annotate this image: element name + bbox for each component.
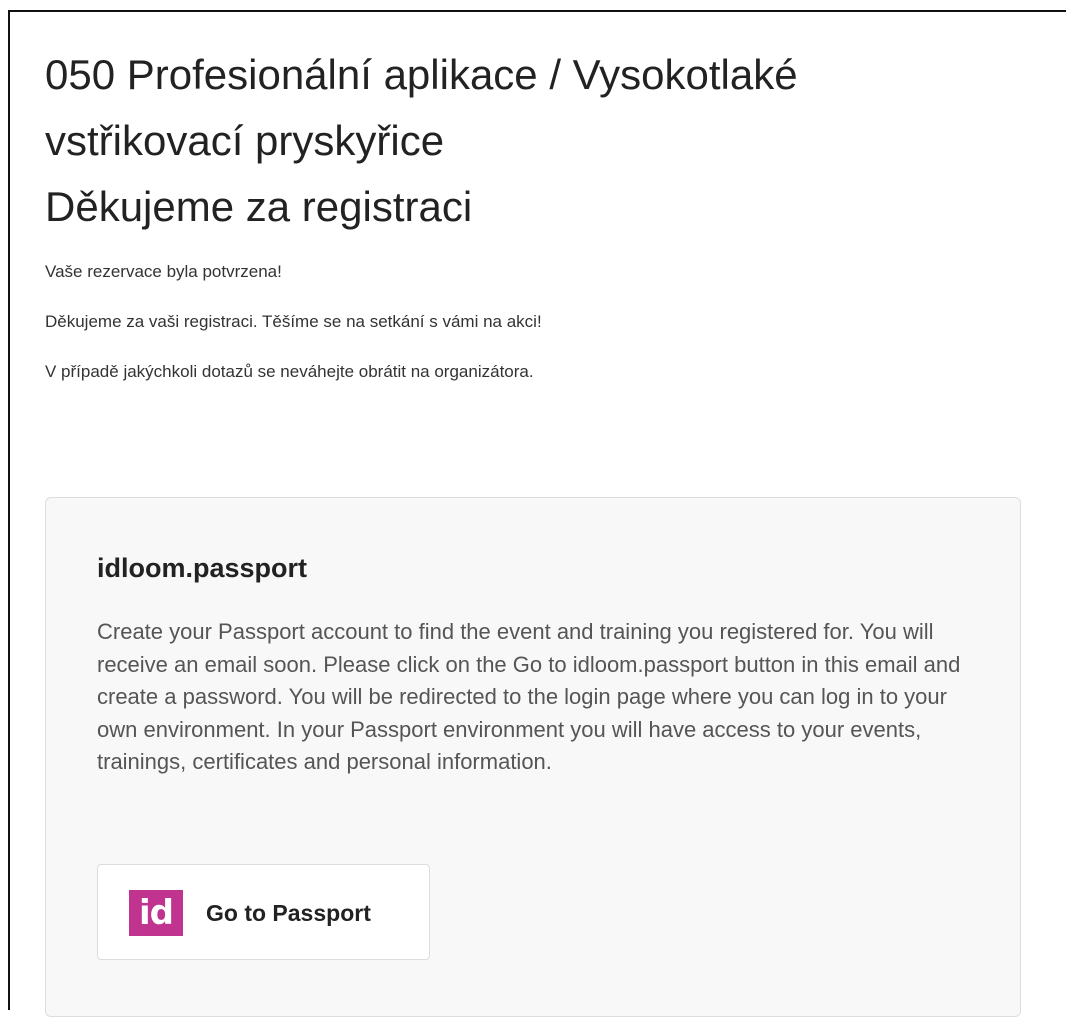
idloom-logo-icon: id: [129, 890, 183, 936]
contact-message: V případě jakýchkoli dotazů se neváhejte…: [45, 362, 534, 381]
confirmation-message: Vaše rezervace byla potvrzena!: [45, 262, 282, 281]
passport-card: idloom.passport Create your Passport acc…: [45, 497, 1021, 1017]
page-title-line-2: vstřikovací pryskyřice: [45, 117, 445, 164]
passport-title: idloom.passport: [97, 553, 308, 583]
page-title-line-3: Děkujeme za registraci: [45, 183, 473, 230]
page-title: 050 Profesionální aplikace / Vysokotlaké…: [45, 42, 1035, 240]
confirmation-page: 050 Profesionální aplikace / Vysokotlaké…: [45, 42, 1035, 1017]
go-to-passport-label: Go to Passport: [206, 900, 371, 926]
page-title-line-1: 050 Profesionální aplikace / Vysokotlaké: [45, 51, 798, 98]
messages: Vaše rezervace byla potvrzena! Děkujeme …: [45, 262, 1035, 382]
go-to-passport-button[interactable]: id Go to Passport: [97, 864, 430, 960]
thanks-message: Děkujeme za vaši registraci. Těšíme se n…: [45, 312, 542, 331]
passport-description: Create your Passport account to find the…: [97, 619, 961, 774]
